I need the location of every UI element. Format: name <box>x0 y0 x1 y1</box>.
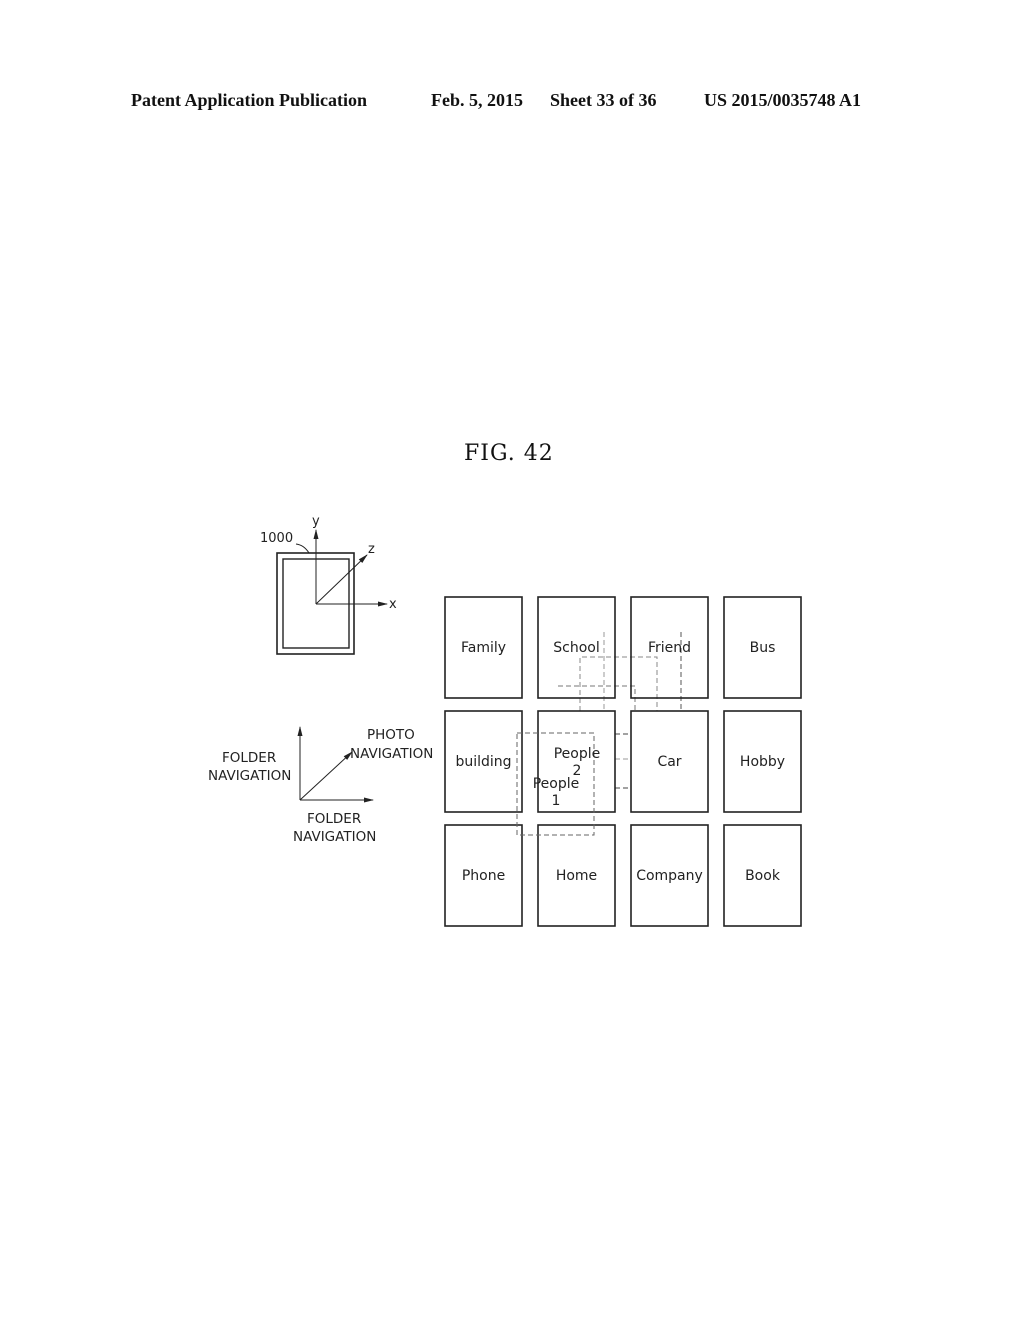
ref-leader-line <box>295 543 310 554</box>
photo-layer-outline <box>579 656 658 711</box>
photo-nav-diagonal-arrow <box>299 751 353 801</box>
people-1-label-line2: 1 <box>552 793 561 809</box>
y-axis-label: y <box>312 514 320 529</box>
folder-label-bus: Bus <box>750 640 776 656</box>
diagonal-nav-label-line1: PHOTO <box>367 727 415 743</box>
folder-grid: Family School Friend Bus building Car Hobby Pho… <box>444 596 802 927</box>
x-axis-label: x <box>389 597 397 612</box>
device-ref-label: 1000 <box>260 531 293 546</box>
folder-label-car: Car <box>657 754 681 770</box>
horizontal-nav-label-line2: NAVIGATION <box>293 829 376 845</box>
z-axis-arrow <box>315 554 368 605</box>
people-2-label-line1: People <box>554 746 601 762</box>
figure-diagram: 1000 y x z FOLDER NAVIGATION FOLDER NAVI… <box>208 514 802 927</box>
device-diagram: 1000 y x z <box>260 514 397 655</box>
folder-label-friend: Friend <box>648 640 691 656</box>
folder-label-school: School <box>553 640 599 656</box>
vertical-nav-label-line2: NAVIGATION <box>208 768 291 784</box>
folder-label-phone: Phone <box>462 868 505 884</box>
folder-label-book: Book <box>745 868 781 884</box>
folder-label-company: Company <box>636 868 703 884</box>
navigation-legend: FOLDER NAVIGATION FOLDER NAVIGATION PHOT… <box>208 726 433 845</box>
folder-label-hobby: Hobby <box>740 754 785 770</box>
diagonal-nav-label-line2: NAVIGATION <box>350 746 433 762</box>
vertical-nav-label-line1: FOLDER <box>222 750 276 766</box>
folder-label-home: Home <box>556 868 597 884</box>
z-axis-label: z <box>368 542 375 557</box>
folder-label-family: Family <box>461 640 506 656</box>
folder-label-building: building <box>455 754 511 770</box>
horizontal-nav-label-line1: FOLDER <box>307 811 361 827</box>
people-1-label-line1: People <box>533 776 580 792</box>
